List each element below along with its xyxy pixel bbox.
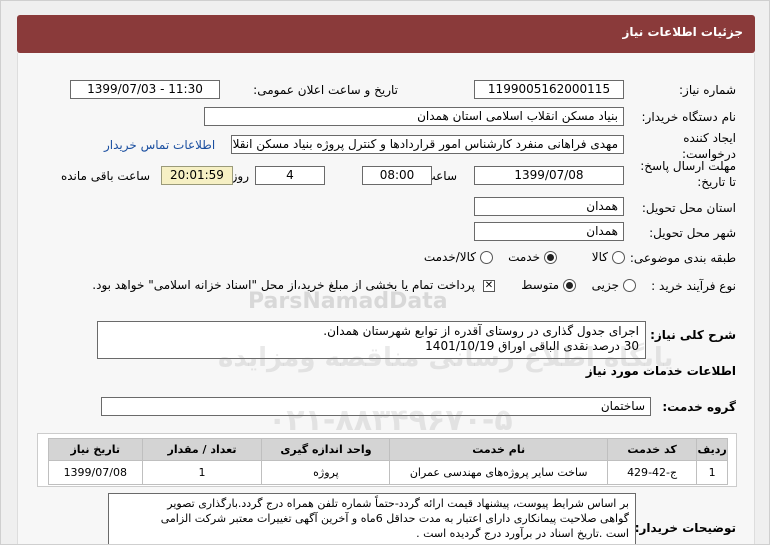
announce-label: تاریخ و ساعت اعلان عمومی: — [253, 83, 398, 97]
days-remaining-field: 4 — [255, 166, 325, 185]
process-medium-label: متوسط — [521, 278, 559, 292]
page-title: جزئیات اطلاعات نیاز — [622, 25, 743, 39]
category-label: طبقه بندی موضوعی: — [629, 251, 736, 265]
category-goods-label: کالا — [591, 250, 608, 264]
buyer-notes-line-1: بر اساس شرایط پیوست، پیشنهاد قیمت ارائه … — [167, 497, 629, 510]
remaining-time-field: 20:01:59 — [161, 166, 233, 185]
services-table-wrapper: ردیف کد خدمت نام خدمت واحد اندازه گیری ت… — [37, 433, 737, 487]
summary-label: شرح کلی نیاز: — [650, 328, 736, 342]
summary-line-2: 30 درصد نقدی الباقی اوراق 1401/10/19 — [425, 339, 639, 353]
buyer-field: بنیاد مسکن انقلاب اسلامی استان همدان — [204, 107, 624, 126]
cell-date: 1399/07/08 — [48, 460, 143, 485]
deadline-label-line1: مهلت ارسال پاسخ: — [640, 159, 736, 173]
col-name-header: نام خدمت — [389, 438, 608, 461]
category-goods-service-radio[interactable] — [480, 251, 493, 264]
table-header-row: ردیف کد خدمت نام خدمت واحد اندازه گیری ت… — [48, 438, 728, 461]
buyer-notes-box: بر اساس شرایط پیوست، پیشنهاد قیمت ارائه … — [108, 493, 636, 544]
process-minor-radio[interactable] — [623, 279, 636, 292]
city-label: شهر محل تحویل: — [649, 226, 736, 240]
deadline-date-field: 1399/07/08 — [474, 166, 624, 185]
need-details-window: جزئیات اطلاعات نیاز شماره نیاز: 11990051… — [0, 0, 770, 545]
need-number-label: شماره نیاز: — [679, 83, 736, 97]
cell-row: 1 — [696, 460, 728, 485]
deadline-time-field: 08:00 — [362, 166, 432, 185]
watermark-latin: ParsNamadData — [248, 289, 448, 314]
col-unit-header: واحد اندازه گیری — [261, 438, 391, 461]
need-number-field: 1199005162000115 — [474, 80, 624, 99]
city-field: همدان — [474, 222, 624, 241]
buyer-notes-line-3: است .تاریخ اسناد در برآورد درج گردیده اس… — [416, 527, 629, 540]
province-label: استان محل تحویل: — [641, 201, 736, 215]
details-panel: شماره نیاز: 1199005162000115 تاریخ و ساع… — [17, 53, 755, 544]
cell-code: ج-42-429 — [606, 460, 698, 485]
category-service-label: خدمت — [508, 250, 540, 264]
process-minor-label: جزیی — [591, 278, 619, 292]
summary-box: اجرای جدول گذاری در روستای آقدره از تواب… — [97, 321, 646, 359]
category-service-radio[interactable] — [544, 251, 557, 264]
page-header: جزئیات اطلاعات نیاز — [17, 15, 755, 53]
category-goods-service-label: کالا/خدمت — [423, 250, 476, 264]
cell-name: ساخت سایر پروژه‌های مهندسی عمران — [389, 460, 608, 485]
services-table: ردیف کد خدمت نام خدمت واحد اندازه گیری ت… — [48, 438, 728, 485]
summary-line-1: اجرای جدول گذاری در روستای آقدره از تواب… — [323, 324, 639, 338]
col-code-header: کد خدمت — [606, 438, 698, 461]
process-label: نوع فرآیند خرید : — [651, 279, 736, 293]
remaining-time-label: ساعت باقی مانده — [60, 169, 150, 183]
service-group-field: ساختمان — [101, 397, 651, 416]
col-date-header: تاریخ نیاز — [48, 438, 143, 461]
buyer-notes-line-2: گواهی صلاحیت پیمانکاری دارای اعتبار به م… — [160, 512, 629, 525]
table-row: 1 ج-42-429 ساخت سایر پروژه‌های مهندسی عم… — [48, 460, 728, 485]
services-section-title: اطلاعات خدمات مورد نیاز — [585, 364, 736, 378]
payment-note: پرداخت تمام یا بخشی از مبلغ خرید،از محل … — [92, 278, 475, 292]
buyer-notes-label: توضیحات خریدار: — [634, 521, 736, 535]
contact-buyer-link[interactable]: اطلاعات تماس خریدار — [104, 138, 215, 152]
announce-field: 1399/07/03 - 11:30 — [70, 80, 220, 99]
col-qty-header: تعداد / مقدار — [141, 438, 263, 461]
province-field: همدان — [474, 197, 624, 216]
category-goods-radio[interactable] — [612, 251, 625, 264]
buyer-label: نام دستگاه خریدار: — [641, 110, 737, 124]
deadline-label-line2: تا تاریخ: — [697, 175, 736, 189]
service-group-label: گروه خدمت: — [662, 400, 736, 414]
process-medium-radio[interactable] — [563, 279, 576, 292]
creator-label-line1: ایجاد کننده — [683, 131, 736, 145]
col-row-header: ردیف — [696, 438, 728, 461]
treasury-payment-checkbox[interactable]: ✕ — [483, 280, 495, 292]
creator-field: مهدی فراهانی منفرد کارشناس امور قرارداده… — [231, 135, 624, 154]
cell-qty: 1 — [141, 460, 263, 485]
cell-unit: پروژه — [261, 460, 391, 485]
